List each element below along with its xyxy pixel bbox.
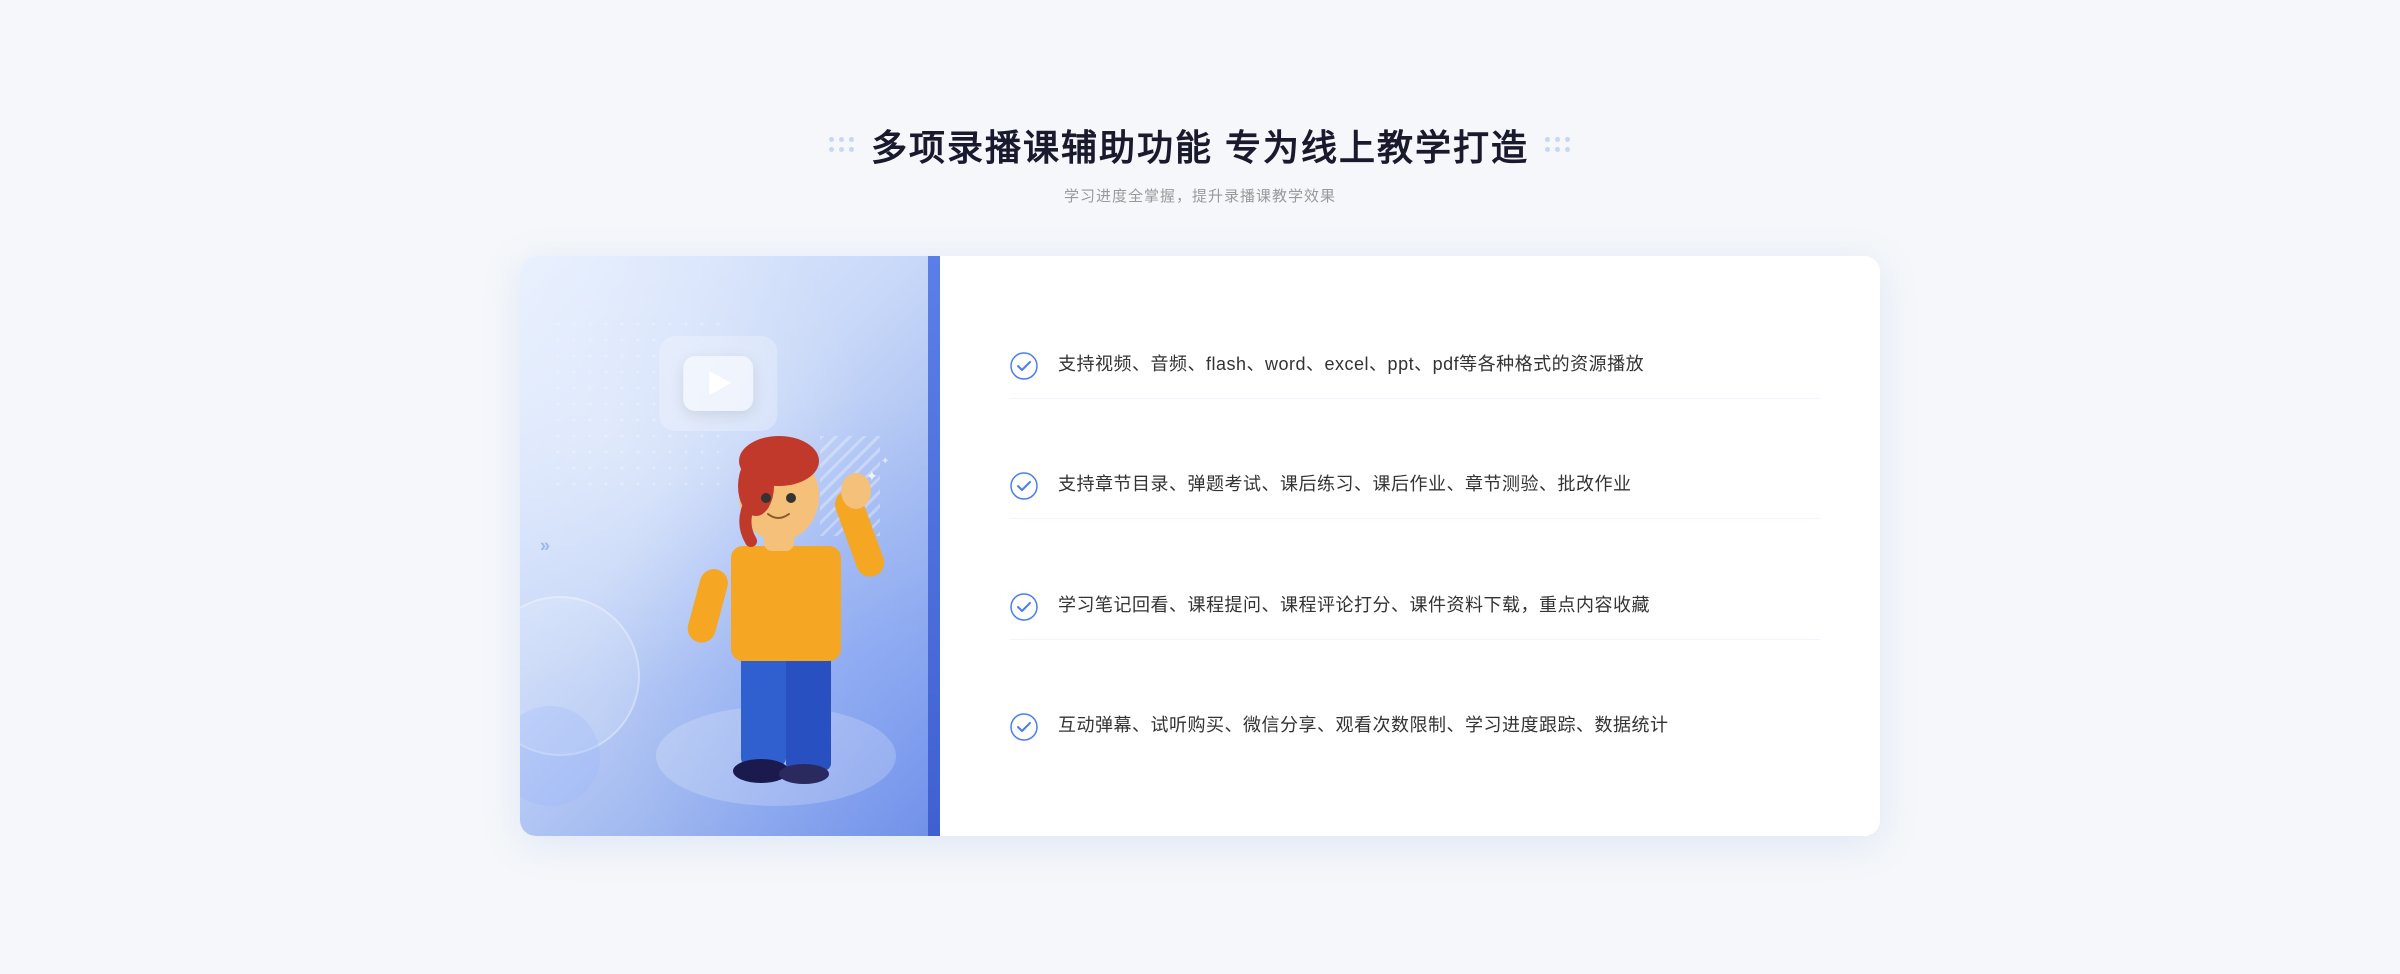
feature-text-2: 支持章节目录、弹题考试、课后练习、课后作业、章节测验、批改作业 (1058, 470, 1632, 499)
check-icon-2 (1010, 472, 1038, 500)
dot (839, 137, 844, 142)
check-icon-4 (1010, 713, 1038, 741)
feature-item-2: 支持章节目录、弹题考试、课后练习、课后作业、章节测验、批改作业 (1010, 452, 1820, 519)
page-container: 多项录播课辅助功能 专为线上教学打造 学习进度全掌握，提升录播课教学效果 (500, 79, 1900, 896)
main-title: 多项录播课辅助功能 专为线上教学打造 (871, 119, 1529, 171)
dot (839, 147, 844, 152)
person-illustration: ✦ ✦ (646, 356, 926, 836)
left-dots-decoration (829, 137, 855, 153)
dot (1555, 147, 1560, 152)
illustration-panel: » (520, 256, 940, 836)
dot (829, 147, 834, 152)
dot (1565, 147, 1570, 152)
content-area: » (520, 256, 1880, 836)
feature-item-3: 学习笔记回看、课程提问、课程评论打分、课件资料下载，重点内容收藏 (1010, 573, 1820, 640)
svg-text:✦: ✦ (881, 456, 889, 467)
svg-text:✦: ✦ (866, 468, 878, 484)
dot (1545, 137, 1550, 142)
person-svg: ✦ ✦ (646, 356, 926, 836)
feature-text-1: 支持视频、音频、flash、word、excel、ppt、pdf等各种格式的资源… (1058, 350, 1644, 379)
feature-item-4: 互动弹幕、试听购买、微信分享、观看次数限制、学习进度跟踪、数据统计 (1010, 693, 1820, 759)
dot (849, 137, 854, 142)
features-panel: 支持视频、音频、flash、word、excel、ppt、pdf等各种格式的资源… (940, 256, 1880, 836)
check-icon-1 (1010, 352, 1038, 380)
arrows-decoration: » (540, 535, 550, 556)
chevron-icon: » (540, 535, 550, 556)
dot (1565, 137, 1570, 142)
right-dots-decoration (1545, 137, 1571, 153)
dot (829, 137, 834, 142)
check-icon-3 (1010, 593, 1038, 621)
header-section: 多项录播课辅助功能 专为线上教学打造 学习进度全掌握，提升录播课教学效果 (520, 119, 1880, 206)
blue-bar-decoration (928, 256, 940, 836)
feature-text-3: 学习笔记回看、课程提问、课程评论打分、课件资料下载，重点内容收藏 (1058, 591, 1650, 620)
feature-item-1: 支持视频、音频、flash、word、excel、ppt、pdf等各种格式的资源… (1010, 332, 1820, 399)
feature-text-4: 互动弹幕、试听购买、微信分享、观看次数限制、学习进度跟踪、数据统计 (1058, 711, 1669, 740)
dot (1545, 147, 1550, 152)
dot (849, 147, 854, 152)
title-row: 多项录播课辅助功能 专为线上教学打造 (520, 119, 1880, 171)
dot (1555, 137, 1560, 142)
subtitle: 学习进度全掌握，提升录播课教学效果 (520, 185, 1880, 206)
